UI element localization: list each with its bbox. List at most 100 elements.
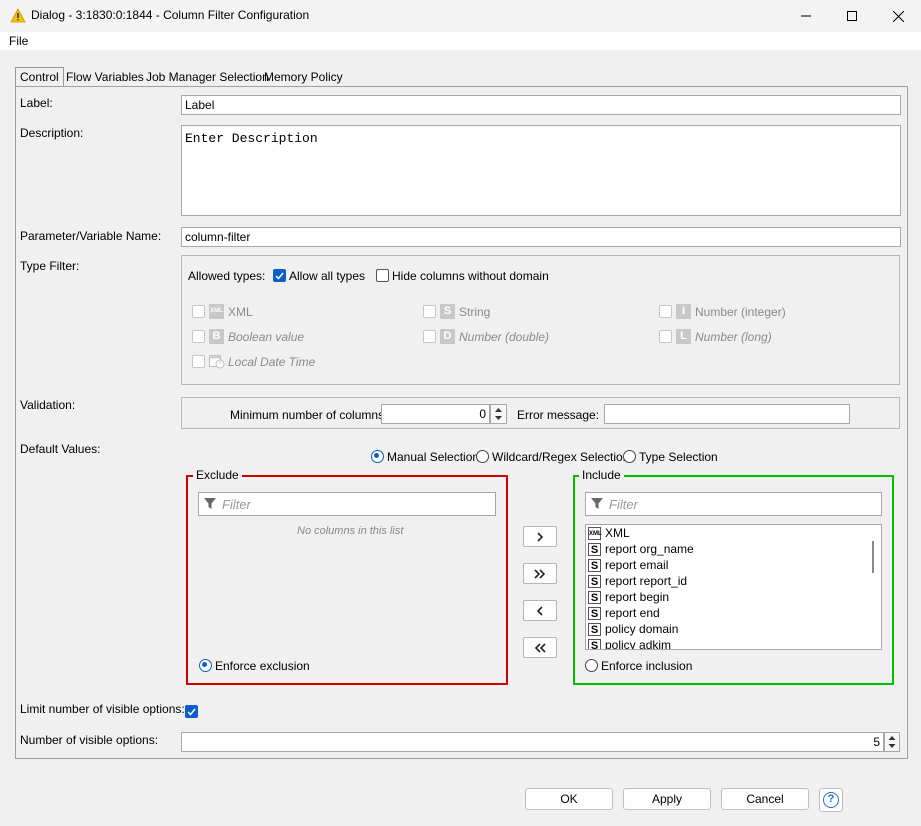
xml-type-icon: XML — [209, 304, 224, 319]
boolean-type-icon: B — [209, 329, 224, 344]
description-label: Description: — [20, 126, 84, 140]
type-boolean-checkbox[interactable] — [192, 330, 205, 343]
hide-columns-without-domain-checkbox[interactable] — [376, 269, 389, 282]
validation-label: Validation: — [20, 398, 76, 412]
label-input[interactable]: Label — [181, 95, 901, 115]
cancel-button[interactable]: Cancel — [721, 788, 809, 810]
type-local-date-time-checkbox[interactable] — [192, 355, 205, 368]
string-type-icon: S — [588, 623, 601, 637]
default-values-label: Default Values: — [20, 442, 101, 456]
manual-selection-label: Manual Selection — [387, 450, 480, 464]
allowed-types-label: Allowed types: — [188, 269, 266, 283]
type-local-date-time-label: Local Date Time — [228, 355, 316, 369]
num-visible-options-spinner[interactable] — [884, 732, 900, 752]
spinner-arrows-icon — [495, 408, 502, 420]
exclude-empty-message: No columns in this list — [297, 525, 404, 537]
remove-all-button[interactable] — [523, 637, 557, 658]
title-bar: Dialog - 3:1830:0:1844 - Column Filter C… — [0, 0, 921, 32]
include-list[interactable]: XML XML Sreport org_name Sreport email Sr… — [585, 524, 882, 650]
type-filter-label: Type Filter: — [20, 259, 80, 273]
description-textarea[interactable]: Enter Description — [181, 125, 901, 216]
label-field-label: Label: — [20, 96, 53, 110]
include-filter-placeholder: Filter — [609, 497, 638, 512]
string-type-icon: S — [588, 559, 601, 573]
warning-icon — [10, 8, 26, 23]
type-xml-label: XML — [228, 305, 253, 319]
limit-visible-options-checkbox[interactable] — [185, 705, 198, 718]
remove-button[interactable] — [523, 600, 557, 621]
wildcard-regex-selection-label: Wildcard/Regex Selection — [492, 450, 630, 464]
parameter-name-input[interactable]: column-filter — [181, 227, 901, 247]
list-item[interactable]: Sreport begin — [588, 589, 669, 605]
double-chevron-right-icon — [534, 568, 546, 579]
chevron-right-icon — [537, 531, 544, 542]
list-item[interactable]: Spolicy adkim — [588, 637, 671, 649]
enforce-exclusion-radio[interactable] — [199, 659, 212, 672]
menu-bar: File — [0, 32, 921, 50]
type-number-integer-checkbox[interactable] — [659, 305, 672, 318]
checkmark-icon — [275, 272, 284, 280]
num-visible-options-input[interactable]: 5 — [181, 732, 884, 752]
type-selection-radio[interactable] — [623, 450, 636, 463]
type-number-long-label: Number (long) — [695, 330, 772, 344]
manual-selection-radio[interactable] — [371, 450, 384, 463]
min-columns-label: Minimum number of columns: — [230, 408, 388, 422]
minimize-icon — [801, 15, 811, 17]
close-button[interactable] — [875, 0, 921, 32]
list-item[interactable]: Sreport email — [588, 557, 668, 573]
type-number-long-checkbox[interactable] — [659, 330, 672, 343]
enforce-exclusion-label: Enforce exclusion — [215, 659, 310, 673]
checkmark-icon — [187, 708, 196, 716]
type-boolean-label: Boolean value — [228, 330, 305, 344]
xml-type-icon: XML — [588, 527, 602, 541]
type-number-double-checkbox[interactable] — [423, 330, 436, 343]
exclude-filter-placeholder: Filter — [222, 497, 251, 512]
menu-file[interactable]: File — [9, 34, 28, 48]
list-item[interactable]: Sreport org_name — [588, 541, 694, 557]
spinner-arrows-icon — [888, 736, 896, 748]
include-list-scrollbar[interactable] — [872, 541, 874, 573]
string-type-icon: S — [588, 639, 601, 649]
enforce-inclusion-label: Enforce inclusion — [601, 659, 693, 673]
list-item[interactable]: Spolicy domain — [588, 621, 678, 637]
list-item[interactable]: Sreport report_id — [588, 573, 687, 589]
filter-icon — [204, 498, 216, 509]
maximize-icon — [847, 11, 857, 21]
help-icon: ? — [823, 792, 839, 808]
type-xml-checkbox[interactable] — [192, 305, 205, 318]
type-string-checkbox[interactable] — [423, 305, 436, 318]
string-type-icon: S — [588, 575, 601, 589]
include-title: Include — [579, 468, 624, 482]
allow-all-types-label: Allow all types — [289, 269, 366, 283]
string-type-icon: S — [440, 304, 455, 319]
maximize-button[interactable] — [829, 0, 875, 32]
add-all-button[interactable] — [523, 563, 557, 584]
parameter-name-label: Parameter/Variable Name: — [20, 229, 162, 243]
tab-flow-variables[interactable]: Flow Variables — [62, 68, 148, 86]
long-type-icon: L — [676, 329, 691, 344]
string-type-icon: S — [588, 543, 601, 557]
wildcard-regex-selection-radio[interactable] — [476, 450, 489, 463]
limit-visible-options-label: Limit number of visible options: — [20, 702, 185, 716]
list-item[interactable]: Sreport end — [588, 605, 660, 621]
min-columns-input[interactable]: 0 — [381, 404, 490, 424]
apply-button[interactable]: Apply — [623, 788, 711, 810]
error-message-input[interactable] — [604, 404, 850, 424]
min-columns-spinner[interactable] — [490, 404, 507, 424]
close-icon — [892, 10, 904, 22]
list-item[interactable]: XML XML — [588, 525, 630, 541]
enforce-inclusion-radio[interactable] — [585, 659, 598, 672]
allow-all-types-checkbox[interactable] — [273, 269, 286, 282]
add-button[interactable] — [523, 526, 557, 547]
string-type-icon: S — [588, 591, 601, 605]
help-button[interactable]: ? — [819, 788, 843, 812]
double-chevron-left-icon — [534, 642, 546, 653]
tab-memory-policy[interactable]: Memory Policy — [260, 68, 347, 86]
minimize-button[interactable] — [783, 0, 829, 32]
tab-job-manager-selection[interactable]: Job Manager Selection — [142, 68, 273, 86]
num-visible-options-label: Number of visible options: — [20, 733, 159, 747]
tab-control[interactable]: Control — [15, 67, 64, 87]
type-string-label: String — [459, 305, 491, 319]
ok-button[interactable]: OK — [525, 788, 613, 810]
filter-icon — [591, 498, 603, 509]
